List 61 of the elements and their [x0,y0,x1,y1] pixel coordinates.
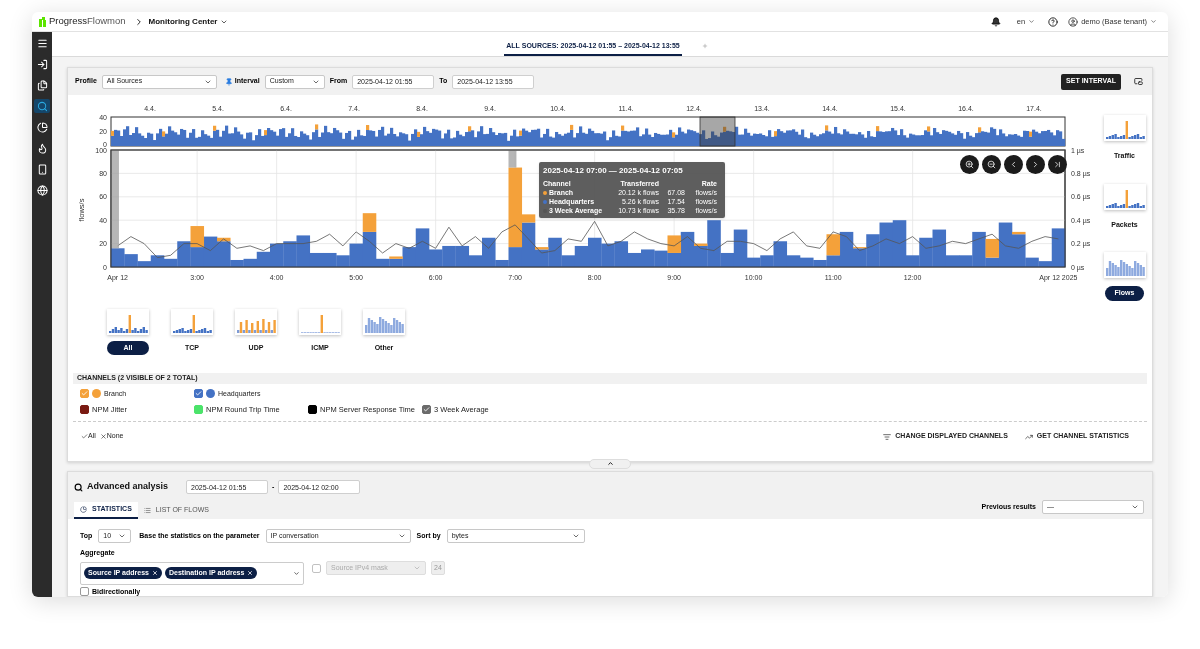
check-icon [81,390,88,398]
caret-icon [118,532,127,540]
window-icon[interactable] [1134,77,1143,86]
caret-icon [413,564,421,572]
chart-bar [588,237,602,267]
check-icon [81,433,88,440]
chart-bar [283,241,297,267]
checkbox[interactable] [80,587,89,596]
check-icon [423,406,430,414]
mini-chart-icon [1103,183,1146,210]
checkbox[interactable] [194,389,203,399]
list-icon [143,507,151,514]
pin-icon [224,77,233,86]
pie-chart-icon [80,506,87,513]
checkbox[interactable] [308,405,317,415]
chart-bar [800,257,814,267]
zoom-out-icon [987,160,996,169]
tooltip-title: 2025-04-12 07:00 — 2025-04-12 07:05 [543,165,684,177]
user-avatar-icon [1068,16,1079,27]
caret-icon [1131,503,1139,511]
skip-end-icon [1053,160,1062,169]
remove-icon[interactable] [151,570,158,576]
trend-icon [1024,432,1033,441]
mini-chart-icon [107,308,149,335]
check-icon [195,390,202,398]
chart-bar [442,245,456,267]
mini-chart-icon [299,308,341,335]
mini-chart-icon [363,308,405,335]
overview-chart[interactable] [110,116,1066,147]
chevron-right-icon [1031,160,1040,169]
module-menu[interactable]: Monitoring Center [148,15,229,28]
caret-icon [1150,18,1157,25]
caret-icon [1028,18,1036,25]
section-title: Advanced analysis [87,480,169,494]
caret-icon [397,532,406,540]
checkbox[interactable] [80,405,89,415]
hover-highlight [508,150,517,168]
zoom-in-icon [965,160,974,169]
mini-chart-icon [171,308,213,335]
caret-icon [293,569,300,577]
sidebar-item[interactable] [34,183,50,197]
filter-icon [883,432,892,441]
mini-chart-icon [1103,252,1146,278]
sidebar-item[interactable] [34,120,50,134]
remove-icon[interactable] [247,570,254,576]
chart-bar [641,249,655,267]
brand-name: Progress [49,14,87,29]
mini-chart-icon [235,308,277,335]
product-name: Flowmon [87,14,126,29]
search-icon [74,482,83,492]
x-icon [99,433,107,440]
checkbox[interactable] [80,389,89,399]
mini-chart-icon [1103,115,1146,141]
checkbox[interactable] [422,405,431,415]
logo-icon [38,16,47,27]
chevron-left-icon [1009,160,1018,169]
help-icon[interactable] [1048,16,1059,27]
sidebar-item[interactable] [34,78,50,92]
notification-bell-icon[interactable] [990,16,1001,27]
chevron-up-icon [606,460,614,468]
caret-icon [571,532,580,540]
